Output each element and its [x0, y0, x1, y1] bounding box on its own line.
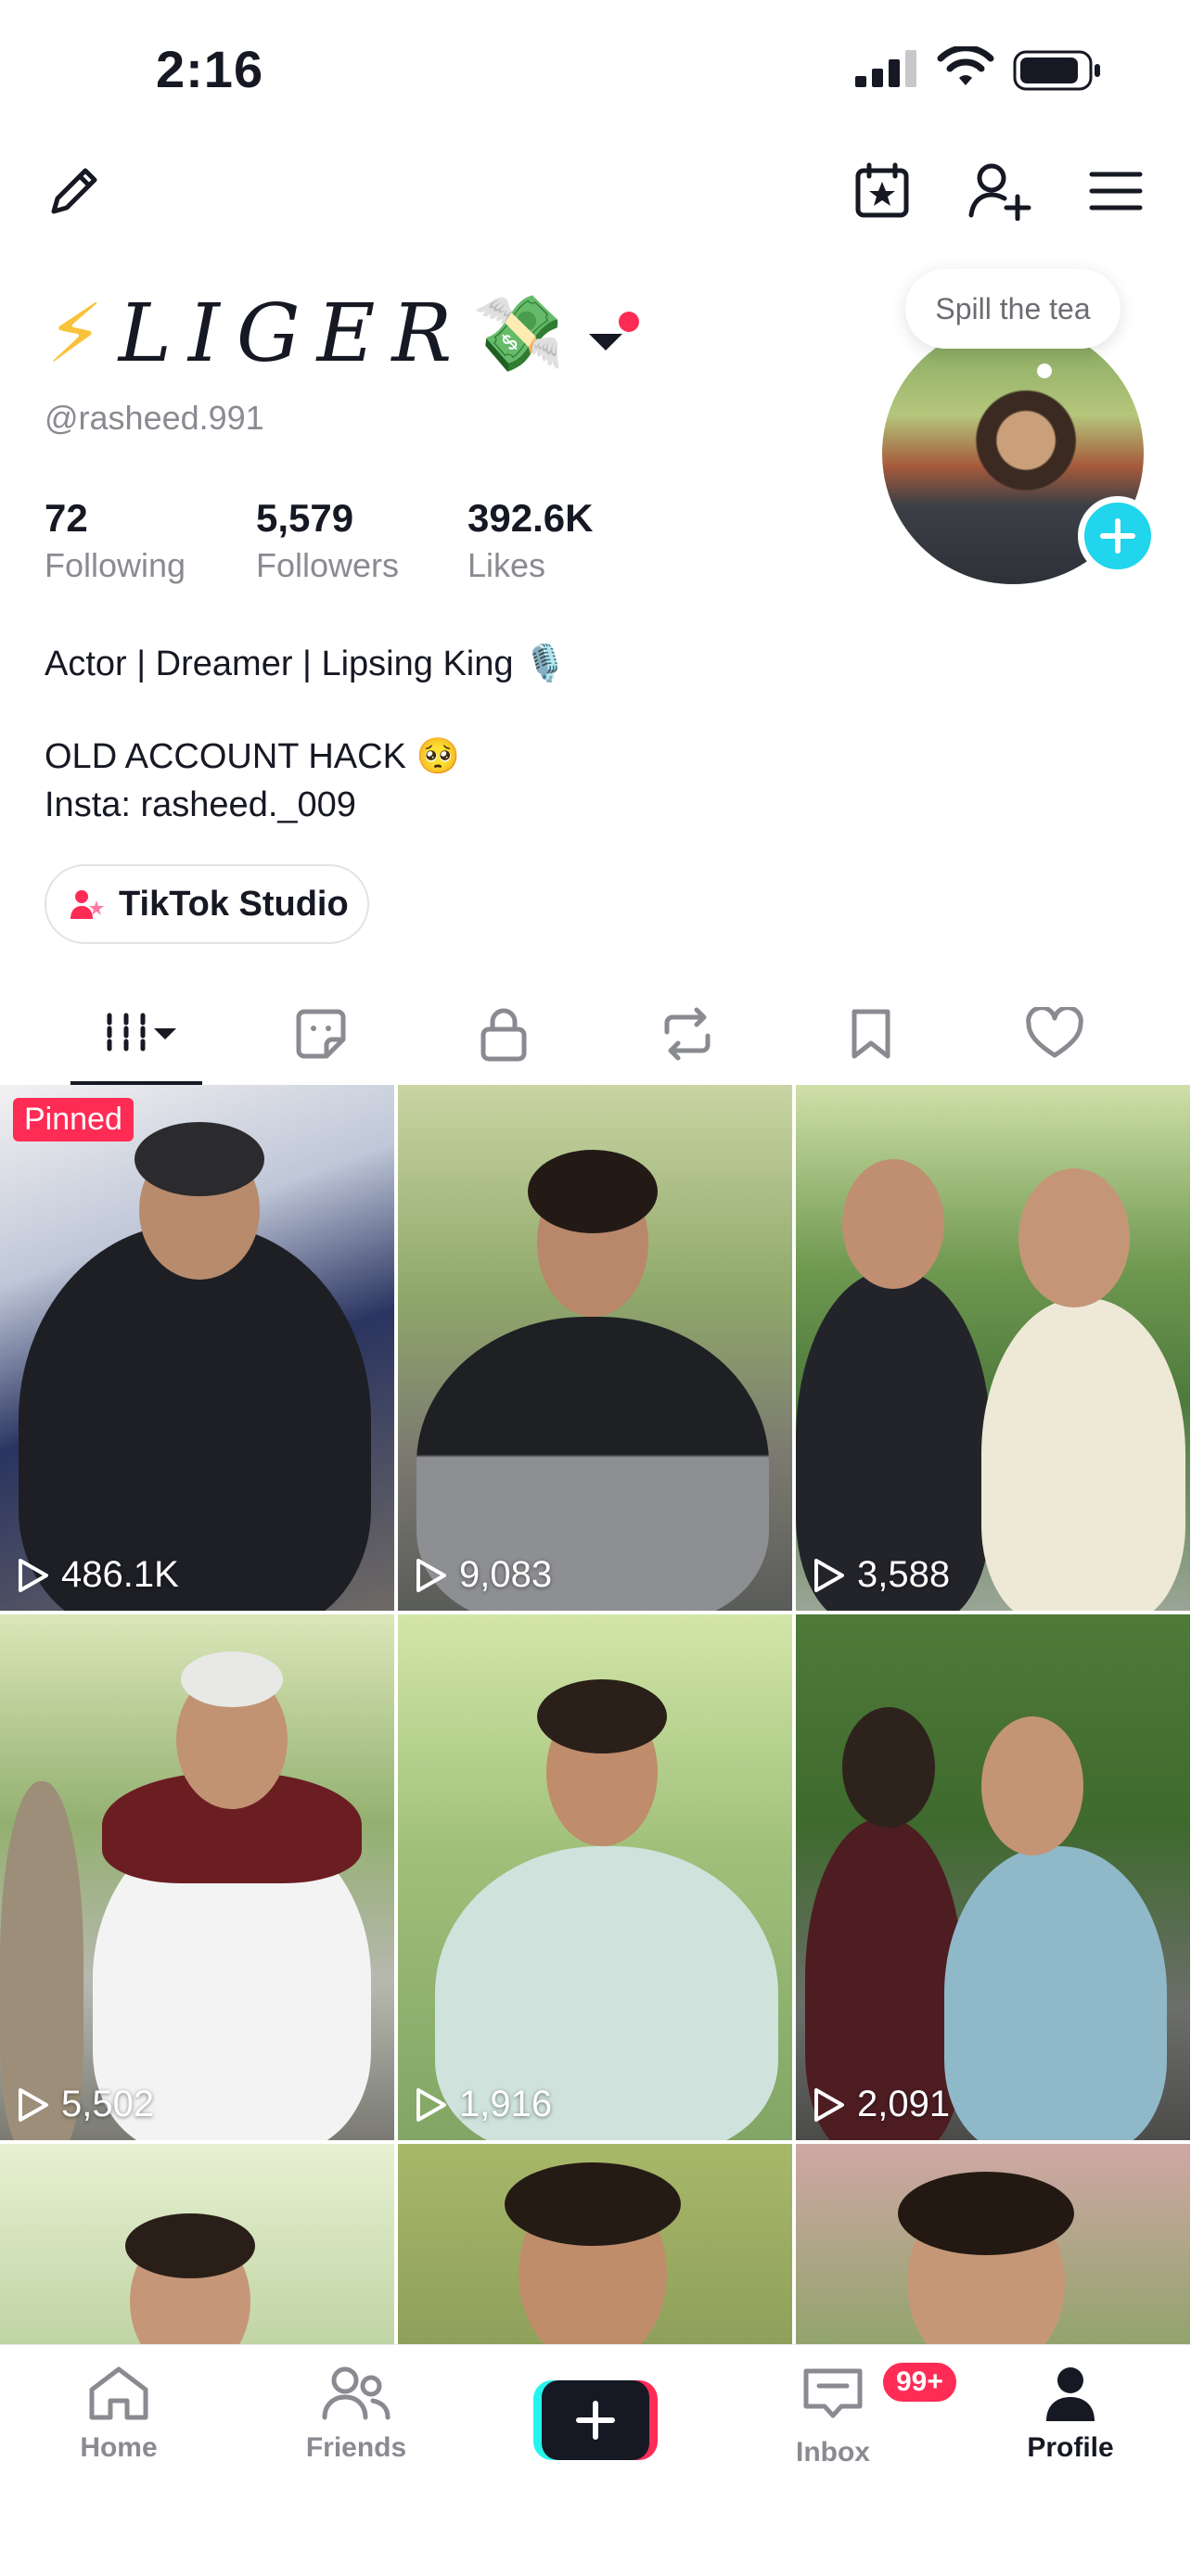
video-grid: Pinned 486.1K 9,083 3,588 5,502 1,916 2,… [0, 1085, 1191, 2346]
video-thumbnail[interactable]: Pinned 486.1K [0, 1085, 394, 1611]
play-icon [19, 1558, 48, 1592]
profile-avatar[interactable] [879, 320, 1158, 587]
hamburger-menu-icon [1089, 172, 1143, 210]
view-count: 2,091 [813, 2084, 950, 2125]
username: @rasheed.991 [45, 399, 264, 437]
grid-dropdown-icon [107, 1013, 176, 1055]
add-story-button[interactable] [1078, 496, 1158, 576]
bubble-tail [1037, 363, 1052, 378]
nav-inbox-label: Inbox [796, 2437, 870, 2468]
notification-dot [618, 312, 639, 332]
friends-icon [322, 2366, 391, 2420]
inbox-icon [803, 2368, 863, 2418]
likes-stat[interactable]: 392.6K Likes [467, 496, 593, 585]
tiktok-studio-button[interactable]: TikTok Studio [45, 864, 369, 944]
play-icon [814, 2087, 844, 2122]
video-thumbnail[interactable]: 9,083 [398, 1085, 792, 1611]
followers-stat[interactable]: 5,579 Followers [256, 496, 399, 585]
nav-profile-label: Profile [1027, 2432, 1114, 2463]
video-thumbnail[interactable]: 3,588 [796, 1085, 1190, 1611]
following-stat[interactable]: 72 Following [45, 496, 186, 585]
view-count: 3,588 [813, 1554, 950, 1596]
view-count: 1,916 [415, 2084, 552, 2125]
tab-videos[interactable] [82, 983, 193, 1085]
tiktok-studio-label: TikTok Studio [119, 884, 349, 924]
tab-liked[interactable] [999, 983, 1110, 1085]
heart-icon [1026, 1007, 1083, 1058]
video-thumbnail[interactable] [0, 2144, 394, 2346]
display-name-row[interactable]: ⚡ LIGER 💸 [46, 278, 639, 389]
nav-friends[interactable]: Friends [273, 2364, 440, 2464]
edit-profile-button[interactable] [41, 158, 108, 224]
tab-reposts[interactable] [265, 983, 377, 1085]
video-thumbnail[interactable] [796, 2144, 1190, 2346]
lock-icon [480, 1008, 527, 1062]
bio-line-1: Actor | Dreamer | Lipsing King 🎙️ [45, 644, 568, 683]
add-user-icon [968, 163, 1031, 221]
add-friend-button[interactable] [965, 158, 1035, 224]
bio-line-2: OLD ACCOUNT HACK 🥺 [45, 737, 460, 776]
tab-repost[interactable] [632, 983, 743, 1085]
home-icon [89, 2366, 148, 2420]
menu-button[interactable] [1085, 158, 1146, 224]
nav-home[interactable]: Home [35, 2364, 202, 2464]
followers-count: 5,579 [256, 496, 354, 540]
video-thumbnail[interactable]: 1,916 [398, 1614, 792, 2140]
video-thumbnail[interactable] [398, 2144, 792, 2346]
calendar-star-icon [855, 162, 909, 218]
signal-icon [855, 50, 916, 87]
create-button[interactable] [533, 2380, 658, 2460]
sticker-icon [296, 1009, 346, 1059]
view-count: 9,083 [415, 1554, 552, 1596]
inbox-badge: 99+ [880, 2360, 959, 2404]
following-label: Following [45, 546, 186, 584]
spill-tea-bubble[interactable]: Spill the tea [905, 269, 1121, 349]
followers-label: Followers [256, 546, 400, 584]
following-count: 72 [45, 496, 88, 540]
plus-icon [1100, 518, 1135, 554]
pencil-icon [51, 168, 97, 214]
nav-inbox[interactable]: 99+ Inbox [749, 2360, 959, 2468]
view-count: 486.1K [17, 1554, 179, 1596]
play-icon [416, 2087, 446, 2122]
lightning-emoji: ⚡ [46, 287, 104, 379]
play-icon [416, 1558, 446, 1592]
wifi-icon [937, 46, 994, 85]
likes-count: 392.6K [467, 496, 594, 540]
tab-private[interactable] [448, 983, 559, 1085]
repost-icon [664, 1007, 711, 1061]
profile-icon [1046, 2367, 1095, 2421]
display-name: LIGER [118, 287, 469, 380]
bottom-navigation: Home Friends 99+ Inbox Profile [0, 2344, 1191, 2576]
nav-profile[interactable]: Profile [987, 2364, 1154, 2464]
video-thumbnail[interactable]: 5,502 [0, 1614, 394, 2140]
likes-label: Likes [467, 546, 546, 584]
profile-tabs [0, 983, 1191, 1085]
play-icon [19, 2087, 48, 2122]
battery-icon [1013, 50, 1100, 91]
studio-icon [69, 887, 106, 921]
view-count: 5,502 [17, 2084, 154, 2125]
bio-line-3[interactable]: Insta: rasheed._009 [45, 781, 356, 829]
status-time: 2:16 [156, 40, 264, 98]
video-thumbnail[interactable]: 2,091 [796, 1614, 1190, 2140]
status-bar: 2:16 [0, 0, 1191, 139]
account-switch-chevron-icon[interactable] [582, 306, 639, 362]
money-wings-emoji: 💸 [472, 292, 565, 375]
play-icon [814, 1558, 844, 1592]
calendar-button[interactable] [849, 158, 916, 224]
tab-saved[interactable] [815, 983, 927, 1085]
nav-friends-label: Friends [305, 2432, 407, 2463]
plus-icon [576, 2401, 615, 2440]
bookmark-icon [852, 1009, 890, 1059]
nav-home-label: Home [80, 2432, 158, 2463]
pinned-badge: Pinned [13, 1098, 134, 1141]
